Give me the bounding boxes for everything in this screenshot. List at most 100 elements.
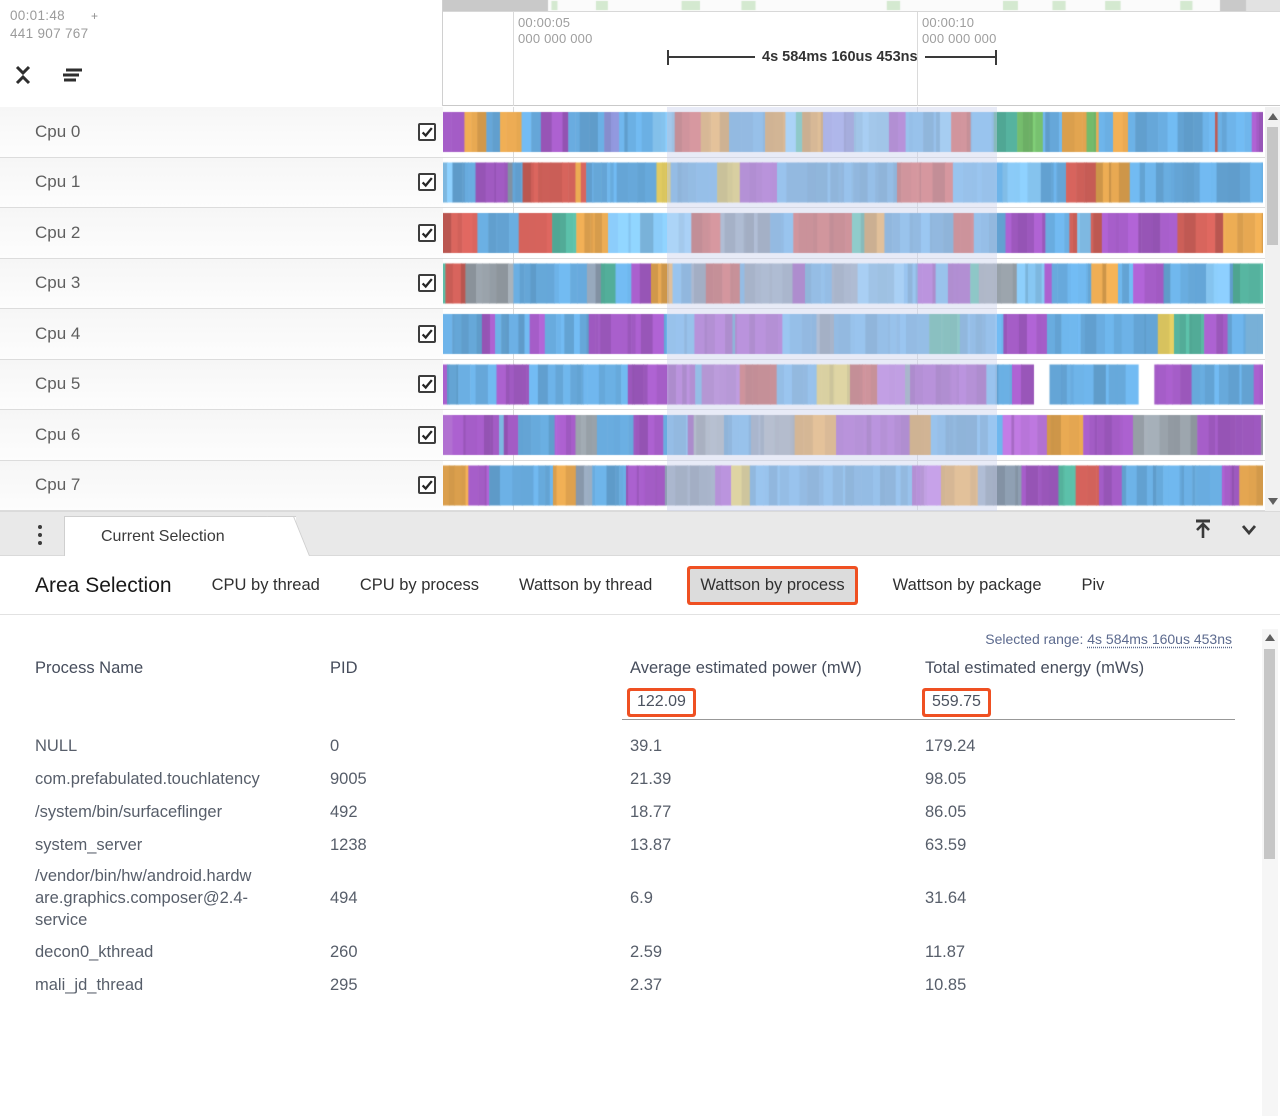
table-cell: 10.85 [925, 970, 1235, 1000]
track-label: Cpu 5 [35, 374, 80, 394]
table-row[interactable]: /system/bin/surfaceflinger49218.7786.05 [35, 795, 1235, 828]
col-pid: PID [330, 657, 630, 680]
selection-range-bracket: 4s 584ms 160us 453ns [667, 49, 997, 65]
selected-range-label: Selected range: [985, 631, 1083, 647]
cursor-timestamp: 00:01:48+ 441 907 767 [10, 7, 98, 42]
scroll-up-arrow[interactable] [1268, 113, 1278, 120]
checkmark-icon [420, 226, 434, 240]
details-tab-piv[interactable]: Piv [1080, 569, 1107, 602]
details-tab-wattson-by-process[interactable]: Wattson by process [690, 569, 854, 602]
track-checkbox[interactable] [418, 375, 436, 393]
track-checkbox[interactable] [418, 224, 436, 242]
track-label: Cpu 6 [35, 425, 80, 445]
checkmark-icon [420, 377, 434, 391]
area-selection-overlay[interactable] [667, 107, 997, 511]
track-label-cell[interactable]: Cpu 4 [0, 309, 443, 359]
timeline-tracks-region: Cpu 0 Cpu 1 Cpu 2 [0, 107, 1280, 511]
table-row[interactable]: NULL039.1179.24 [35, 729, 1235, 762]
table-cell: 21.39 [630, 764, 925, 794]
chevron-down-icon [1237, 517, 1261, 541]
track-label-cell[interactable]: Cpu 7 [0, 461, 443, 511]
track-label-cell[interactable]: Cpu 3 [0, 259, 443, 309]
expand-panel-button[interactable] [1190, 516, 1216, 542]
table-row[interactable]: system_server123813.8763.59 [35, 828, 1235, 861]
table-cell: com.prefabulated.touchlatency [35, 764, 330, 794]
checkmark-icon [420, 125, 434, 139]
table-cell: 1238 [330, 830, 630, 860]
table-row[interactable]: mali_jd_thread2952.3710.85 [35, 968, 1235, 1001]
arrow-up-to-line-icon [1190, 516, 1216, 542]
col-total-energy: Total estimated energy (mWs) [925, 657, 1235, 680]
track-checkbox[interactable] [418, 476, 436, 494]
details-title: Area Selection [35, 574, 172, 598]
track-checkbox[interactable] [418, 173, 436, 191]
track-checkbox[interactable] [418, 274, 436, 292]
table-summary-row: 122.09 559.75 [35, 691, 1235, 714]
details-panel-tabbar: Current Selection [0, 511, 1280, 556]
track-label: Cpu 4 [35, 324, 80, 344]
scroll-down-arrow[interactable] [1268, 498, 1278, 505]
track-checkbox[interactable] [418, 325, 436, 343]
area-selection-details: Area Selection CPU by thread CPU by proce… [0, 557, 1280, 1116]
table-cell: 86.05 [925, 797, 1235, 827]
table-row[interactable]: decon0_kthread2602.5911.87 [35, 935, 1235, 968]
details-scrollbar[interactable] [1262, 629, 1278, 1116]
track-label-cell[interactable]: Cpu 5 [0, 360, 443, 410]
col-avg-power: Average estimated power (mW) [630, 657, 865, 680]
table-row[interactable]: /vendor/bin/hw/android.hardw are.graphic… [35, 861, 1235, 935]
scrollbar-thumb[interactable] [1264, 649, 1275, 859]
collapse-panel-button[interactable] [1236, 516, 1262, 542]
checkmark-icon [420, 175, 434, 189]
track-label: Cpu 7 [35, 475, 80, 495]
table-cell: 31.64 [925, 883, 1235, 913]
track-checkbox[interactable] [418, 123, 436, 141]
details-tab-cpu-by-process[interactable]: CPU by process [358, 569, 481, 602]
table-cell: 260 [330, 937, 630, 967]
scrollbar-thumb[interactable] [1267, 127, 1278, 245]
details-tab-wattson-by-thread[interactable]: Wattson by thread [517, 569, 654, 602]
table-cell: 2.37 [630, 970, 925, 1000]
track-label: Cpu 0 [35, 122, 80, 142]
details-tab-strip: Area Selection CPU by thread CPU by proce… [0, 557, 1280, 615]
col-process-name: Process Name [35, 657, 330, 680]
table-header-row: Process Name PID Average estimated power… [35, 657, 1235, 680]
checkmark-icon [420, 478, 434, 492]
sort-tracks-button[interactable] [58, 62, 84, 88]
selection-range-duration: 4s 584ms 160us 453ns [755, 49, 925, 65]
table-cell: NULL [35, 731, 330, 761]
tracks-scrollbar[interactable] [1265, 107, 1280, 511]
checkmark-icon [420, 276, 434, 290]
checkmark-icon [420, 428, 434, 442]
table-row[interactable]: com.prefabulated.touchlatency900521.3998… [35, 762, 1235, 795]
selected-range-value[interactable]: 4s 584ms 160us 453ns [1087, 631, 1232, 647]
summary-divider [622, 719, 1235, 720]
track-label-cell[interactable]: Cpu 6 [0, 410, 443, 460]
track-checkbox[interactable] [418, 426, 436, 444]
collapse-tracks-button[interactable] [10, 62, 36, 88]
ruler-gridline [513, 12, 514, 106]
sort-lines-icon [59, 64, 83, 86]
table-cell: 6.9 [630, 883, 925, 913]
timeline-minimap[interactable] [443, 0, 1280, 12]
plus-offset: + [91, 9, 98, 23]
panel-menu-button[interactable] [28, 518, 52, 552]
track-label: Cpu 1 [35, 172, 80, 192]
tab-current-selection[interactable]: Current Selection [64, 516, 296, 556]
details-tab-wattson-by-package[interactable]: Wattson by package [891, 569, 1044, 602]
table-cell: 2.59 [630, 937, 925, 967]
unfold-less-icon [12, 64, 34, 86]
details-tab-cpu-by-thread[interactable]: CPU by thread [210, 569, 322, 602]
track-label-cell[interactable]: Cpu 1 [0, 158, 443, 208]
table-cell: 39.1 [630, 731, 925, 761]
table-body: NULL039.1179.24com.prefabulated.touchlat… [35, 729, 1235, 1001]
table-cell: 9005 [330, 764, 630, 794]
table-cell: 13.87 [630, 830, 925, 860]
table-cell: system_server [35, 830, 330, 860]
ruler-tick-5s: 00:00:05000 000 000 [518, 15, 593, 47]
track-label-cell[interactable]: Cpu 0 [0, 107, 443, 157]
ruler-tick-10s: 00:00:10000 000 000 [922, 15, 997, 47]
track-label: Cpu 2 [35, 223, 80, 243]
table-cell: 0 [330, 731, 630, 761]
track-label-cell[interactable]: Cpu 2 [0, 208, 443, 258]
scroll-up-arrow[interactable] [1265, 634, 1275, 641]
